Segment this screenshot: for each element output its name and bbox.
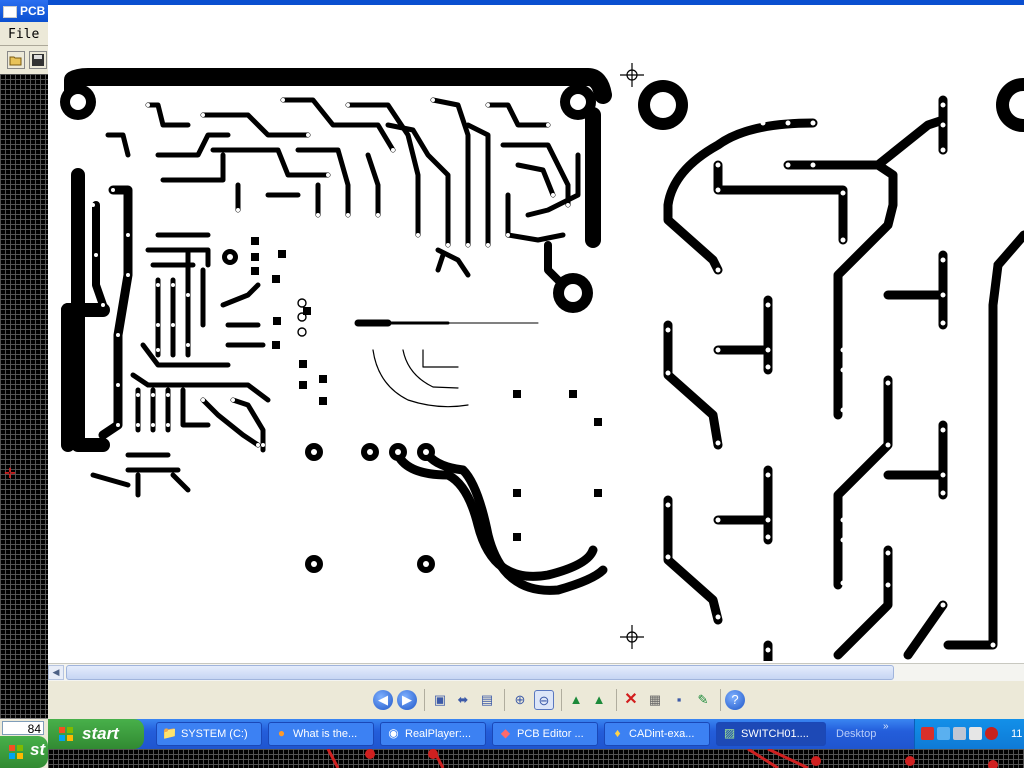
pcb-menu-file[interactable]: File bbox=[0, 24, 48, 46]
delete-icon[interactable]: ✕ bbox=[621, 690, 641, 710]
toolbar-divider bbox=[720, 689, 721, 711]
save-icon[interactable]: ▪ bbox=[669, 690, 689, 710]
chevron-icon[interactable]: » bbox=[883, 721, 889, 732]
rotate-left-icon[interactable]: ▲ bbox=[566, 690, 586, 710]
taskbar: start 📁 SYSTEM (C:) ● What is the... ◉ R… bbox=[48, 719, 1024, 749]
tray-device-icon[interactable] bbox=[969, 727, 982, 740]
tray-volume-icon[interactable] bbox=[953, 727, 966, 740]
tray-network-icon[interactable] bbox=[937, 727, 950, 740]
background-start-button[interactable]: st bbox=[0, 736, 48, 768]
realplayer-icon: ◉ bbox=[388, 726, 399, 740]
taskbar-item-label: SYSTEM (C:) bbox=[181, 728, 248, 740]
print-icon[interactable]: ▦ bbox=[645, 690, 665, 710]
coordinate-readout: 84 bbox=[2, 721, 44, 736]
start-label: start bbox=[82, 724, 119, 743]
pcb-layout-image bbox=[60, 63, 1024, 661]
windows-logo-icon bbox=[9, 745, 23, 759]
pcb-image-canvas[interactable] bbox=[48, 5, 1024, 661]
folder-icon: 📁 bbox=[162, 726, 177, 740]
taskbar-item-firefox[interactable]: ● What is the... bbox=[268, 722, 374, 746]
next-icon[interactable]: ▶ bbox=[397, 690, 417, 710]
zoom-in-icon[interactable]: ⊕ bbox=[510, 690, 530, 710]
desktop-toolbar-label[interactable]: Desktop bbox=[836, 719, 876, 749]
taskbar-item-realplayer[interactable]: ◉ RealPlayer:... bbox=[380, 722, 486, 746]
rotate-right-icon[interactable]: ▲ bbox=[589, 690, 609, 710]
pcb-titlebar[interactable]: PCB bbox=[0, 0, 48, 22]
scrollbar-thumb[interactable] bbox=[66, 665, 894, 680]
clock[interactable]: 11 bbox=[1011, 719, 1022, 749]
taskbar-item-label: SWITCH01.... bbox=[741, 728, 809, 740]
previous-icon[interactable]: ◀ bbox=[373, 690, 393, 710]
horizontal-scrollbar[interactable]: ◀ bbox=[48, 663, 1024, 681]
start-button[interactable]: start bbox=[48, 719, 144, 749]
viewer-toolbar: ◀ ▶ ▣ ⬌ ▤ ⊕ ⊖ ▲ ▲ ✕ ▦ ▪ ✎ ? bbox=[48, 681, 1024, 719]
tray-antivirus-icon[interactable] bbox=[921, 727, 934, 740]
background-start-label: st bbox=[30, 740, 46, 759]
background-pcb-grid bbox=[48, 747, 1024, 770]
taskbar-item-system-c[interactable]: 📁 SYSTEM (C:) bbox=[156, 722, 262, 746]
taskbar-item-cadint[interactable]: ♦ CADint-exa... bbox=[604, 722, 710, 746]
actual-size-icon[interactable]: ▤ bbox=[477, 690, 497, 710]
fit-page-icon[interactable]: ▣ bbox=[430, 690, 450, 710]
coordinate-box: 84 bbox=[0, 718, 48, 737]
toolbar-divider bbox=[561, 689, 562, 711]
firefox-icon: ● bbox=[277, 726, 286, 740]
crosshair-marker-icon: ✛ bbox=[4, 465, 16, 481]
zoom-out-icon[interactable]: ⊖ bbox=[534, 690, 554, 710]
picture-viewer-icon: ▨ bbox=[723, 726, 736, 740]
pcb-toolbar bbox=[0, 48, 48, 74]
taskbar-item-label: RealPlayer:... bbox=[405, 728, 472, 740]
taskbar-item-pcb-editor[interactable]: ◆ PCB Editor ... bbox=[492, 722, 598, 746]
pcb-title-text: PCB bbox=[20, 4, 46, 18]
pcb-editor-icon: ◆ bbox=[500, 726, 511, 740]
taskbar-item-label: CADint-exa... bbox=[629, 728, 695, 740]
save-disk-icon[interactable] bbox=[29, 51, 47, 69]
toolbar-divider bbox=[424, 689, 425, 711]
pcb-grid-canvas[interactable]: ✛ bbox=[0, 74, 48, 718]
toolbar-divider bbox=[504, 689, 505, 711]
taskbar-item-label: What is the... bbox=[293, 728, 358, 740]
windows-logo-icon bbox=[59, 727, 73, 741]
open-folder-icon[interactable] bbox=[7, 51, 25, 69]
toolbar-divider bbox=[616, 689, 617, 711]
help-icon[interactable]: ? bbox=[725, 690, 745, 710]
system-tray: 11 bbox=[914, 719, 1024, 749]
scroll-left-icon[interactable]: ◀ bbox=[48, 665, 64, 680]
taskbar-item-label: PCB Editor ... bbox=[517, 728, 584, 740]
tray-shield-icon[interactable] bbox=[985, 727, 998, 740]
taskbar-item-switch01[interactable]: ▨ SWITCH01.... bbox=[716, 722, 826, 746]
background-pcb-traces bbox=[326, 747, 998, 770]
pcb-window: PCB File ✛ 84 bbox=[0, 0, 48, 768]
cadint-icon: ♦ bbox=[614, 726, 621, 740]
fit-width-icon[interactable]: ⬌ bbox=[453, 690, 473, 710]
edit-icon[interactable]: ✎ bbox=[693, 690, 713, 710]
pcb-app-icon bbox=[3, 5, 17, 18]
